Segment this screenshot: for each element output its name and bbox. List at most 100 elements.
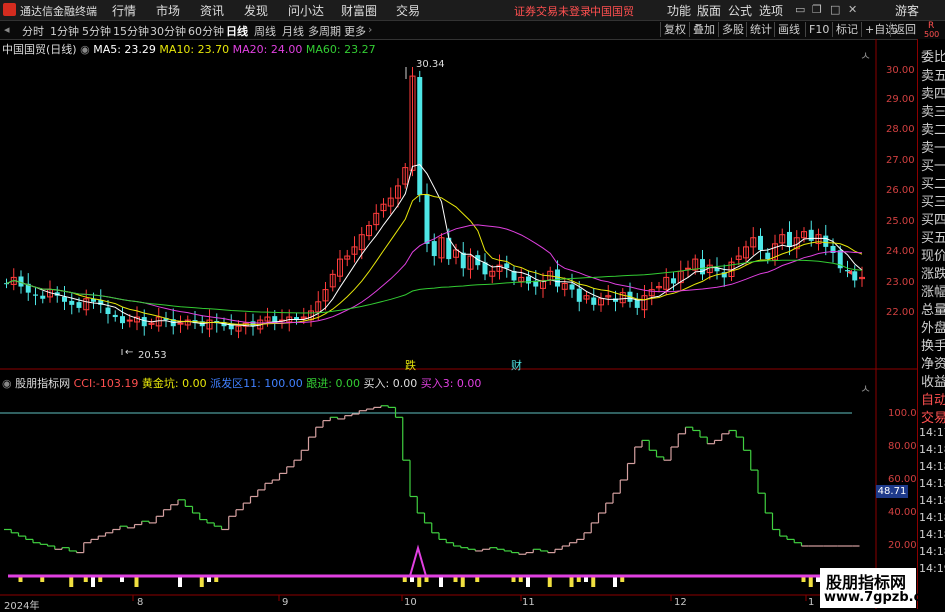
candle-body (685, 267, 691, 270)
period-15min[interactable]: 15分钟 (113, 23, 149, 39)
signal-bar (214, 577, 219, 582)
price-tick: 27.00 (886, 155, 915, 166)
signal-bar (402, 577, 407, 582)
settings-dot-icon[interactable]: ◉ (2, 377, 12, 390)
candle-body (33, 294, 38, 296)
settings-dot-icon[interactable]: ◉ (80, 43, 90, 56)
signal-bar (40, 577, 45, 582)
candle-body (105, 307, 111, 314)
candle-body (112, 314, 118, 318)
signal-bar (91, 577, 95, 587)
menu-shichang[interactable]: 市场 (156, 2, 180, 19)
tool-fuquan[interactable]: 复权 (660, 22, 689, 37)
label-sell3: 卖三 (921, 105, 945, 120)
menu-faxian[interactable]: 发现 (244, 2, 268, 19)
main-title[interactable]: 中国国贸(日线) (2, 43, 77, 56)
period-60min[interactable]: 60分钟 (188, 23, 224, 39)
period-5min[interactable]: 5分钟 (82, 23, 111, 39)
candle-body (141, 317, 147, 327)
menu-jiaoyi[interactable]: 交易 (396, 2, 420, 19)
period-multi[interactable]: 多周期 (308, 23, 341, 39)
axis-ticks (132, 595, 807, 601)
candle-body (765, 252, 771, 260)
login-warning[interactable]: 证券交易未登录 (514, 3, 591, 19)
date-label: 8 (137, 597, 144, 608)
tick-time: 14:18 (919, 460, 945, 473)
ma60-value: MA60: 23.27 (305, 43, 376, 56)
price-tick: 25.00 (886, 216, 915, 227)
period-week[interactable]: 周线 (254, 23, 276, 39)
period-30min[interactable]: 30分钟 (150, 23, 186, 39)
tool-tongji[interactable]: 统计 (746, 22, 775, 37)
chart-pin-icon[interactable]: ㅅ (860, 47, 871, 64)
signal-bar (199, 577, 204, 587)
signal-bar (613, 577, 617, 587)
tool-duogu[interactable]: 多股 (718, 22, 747, 37)
date-label: 12 (674, 597, 687, 608)
signal-bar (584, 577, 588, 582)
menu-zixun[interactable]: 资讯 (200, 2, 224, 19)
menu-hangqing[interactable]: 行情 (112, 2, 136, 19)
candle-body (787, 231, 792, 247)
date-label: 9 (282, 597, 289, 608)
period-1min[interactable]: 1分钟 (50, 23, 79, 39)
tool-fanhui[interactable]: 返回 (890, 22, 919, 37)
menu-gongneng[interactable]: 功能 (667, 2, 691, 19)
sub-indicator-series (4, 405, 860, 555)
signal-bar (424, 577, 429, 582)
watermark-line2: www.7gpzb.com (824, 590, 944, 605)
maximize-icon[interactable]: □ (830, 3, 840, 16)
menu-banmian[interactable]: 版面 (697, 2, 721, 19)
tool-biaoji[interactable]: 标记 (832, 22, 861, 37)
chart-area[interactable] (0, 39, 917, 609)
low-arrow-icon: ← (125, 347, 134, 358)
sub-pin-icon[interactable]: ㅅ (860, 380, 871, 397)
close-icon[interactable]: ✕ (848, 3, 857, 16)
menu-gongshi[interactable]: 公式 (728, 2, 752, 19)
restore-icon[interactable]: ❐ (812, 3, 822, 16)
signal-bar (460, 577, 465, 587)
tool-huaxian[interactable]: 画线 (774, 22, 803, 37)
menu-wenxiaoda[interactable]: 问小达 (288, 2, 324, 19)
price-tick: 30.00 (886, 65, 915, 76)
label-trade[interactable]: 交易 (921, 407, 945, 426)
period-more[interactable]: 更多 (344, 23, 366, 39)
cai-marker[interactable]: 财 (511, 357, 522, 373)
high-price-label: 30.34 (416, 59, 445, 70)
die-marker[interactable]: 跌 (405, 357, 416, 373)
label-netasset: 净资 (921, 357, 945, 372)
signal-bar (547, 577, 552, 587)
price-tick: 28.00 (886, 124, 915, 135)
period-fenshi[interactable]: 分时 (22, 23, 44, 39)
pfq-value: 派发区11: 100.00 (210, 377, 303, 390)
minimize-icon[interactable]: ▭ (795, 3, 805, 16)
signal-bar (453, 577, 458, 582)
nav-icon[interactable]: ◂ (4, 23, 10, 36)
user-label[interactable]: 游客 (895, 2, 919, 19)
label-auto[interactable]: 自动 (921, 389, 945, 408)
chevron-right-icon[interactable]: › (368, 23, 372, 36)
main-indicator-line: 中国国贸(日线) ◉ MA5: 23.29 MA10: 23.70 MA20: … (2, 41, 376, 57)
tool-f10[interactable]: F10 (805, 22, 832, 37)
period-month[interactable]: 月线 (282, 23, 304, 39)
menu-xuanxiang[interactable]: 选项 (759, 2, 783, 19)
signal-bar (526, 577, 530, 587)
tick-time: 14:18 (919, 477, 945, 490)
label-price: 现价 (921, 249, 945, 264)
price-tick: 22.00 (886, 307, 915, 318)
label-earnings: 收益 (921, 375, 945, 390)
right-quote-panel: R 500 委比 卖五 卖四 卖三 卖二 卖一 买一 买二 买三 买四 买五 现… (917, 21, 945, 609)
menu-caifuquan[interactable]: 财富圈 (341, 2, 377, 19)
label-sell5: 卖五 (921, 69, 945, 84)
tool-diejia[interactable]: 叠加 (689, 22, 718, 37)
label-buy2: 买二 (921, 177, 945, 192)
candle-body (417, 77, 423, 196)
date-label: 1 (808, 597, 815, 608)
signal-bar (69, 577, 74, 587)
sub-title[interactable]: 股朋指标网 (15, 377, 70, 390)
period-day[interactable]: 日线 (226, 23, 248, 39)
candle-body (671, 278, 676, 284)
mr-value: 买入: 0.00 (363, 377, 418, 390)
candle-body (555, 269, 560, 287)
sub-tick: 40.00 (888, 507, 917, 518)
